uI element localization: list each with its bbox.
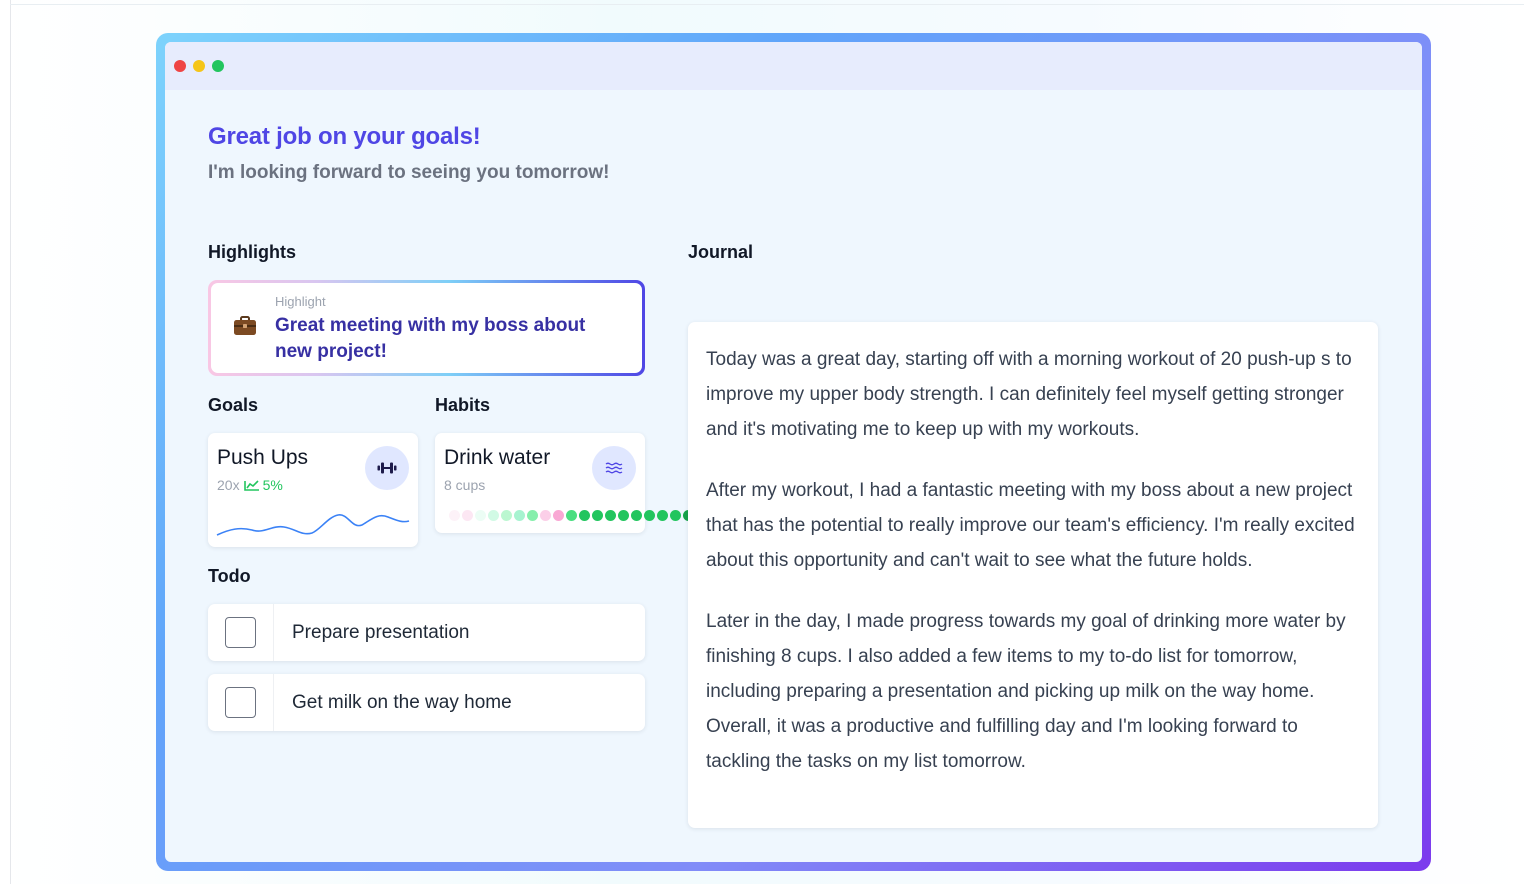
goal-title: Push Ups <box>217 446 309 469</box>
window-titlebar <box>165 42 1422 90</box>
goal-card-push-ups[interactable]: Push Ups 20x 5% <box>208 433 418 547</box>
page-title: Great job on your goals! <box>208 123 481 150</box>
journal-label: Journal <box>688 242 754 262</box>
water-waves-icon <box>605 462 623 474</box>
goal-stats: 20x 5% <box>217 477 283 493</box>
maximize-window-dot[interactable] <box>212 60 224 72</box>
habit-cup-dot <box>462 510 473 521</box>
habit-cup-dot <box>514 510 525 521</box>
goals-label: Goals <box>208 395 259 415</box>
todo-check-area <box>208 604 274 661</box>
highlight-small-label: Highlight <box>275 294 326 309</box>
highlight-card-inner: Highlight Great meeting with my boss abo… <box>211 283 642 373</box>
habit-cup-dot <box>540 510 551 521</box>
journal-paragraph: Later in the day, I made progress toward… <box>706 611 1346 772</box>
trending-up-icon <box>243 480 259 491</box>
todo-item: Prepare presentation <box>208 604 645 661</box>
goal-sparkline <box>216 514 410 536</box>
habit-cup-dot <box>449 510 460 521</box>
habit-cup-dot <box>657 510 668 521</box>
todo-text: Prepare presentation <box>292 622 470 643</box>
habit-cup-dot <box>488 510 499 521</box>
dumbbell-icon <box>377 462 397 474</box>
goal-trend: 5% <box>243 477 283 493</box>
todo-checkbox[interactable] <box>225 687 256 718</box>
habit-cup-dot <box>475 510 486 521</box>
habit-cup-dot <box>592 510 603 521</box>
habit-cup-dot <box>670 510 681 521</box>
habit-cup-dot <box>527 510 538 521</box>
todo-check-area <box>208 674 274 731</box>
highlight-card[interactable]: Highlight Great meeting with my boss abo… <box>208 280 645 376</box>
habit-cup-dot <box>631 510 642 521</box>
goal-count: 20x <box>217 477 240 493</box>
journal-paragraph: Today was a great day, starting off with… <box>706 349 1352 440</box>
app-window-frame: Great job on your goals! I'm looking for… <box>156 33 1431 871</box>
minimize-window-dot[interactable] <box>193 60 205 72</box>
habit-card-drink-water[interactable]: Drink water 8 cups <box>435 433 694 533</box>
todo-text: Get milk on the way home <box>292 692 512 713</box>
page-edge <box>10 0 11 884</box>
app-window: Great job on your goals! I'm looking for… <box>165 42 1422 862</box>
habit-subtitle: 8 cups <box>444 477 486 493</box>
habit-cup-dot <box>566 510 577 521</box>
main-content: Great job on your goals! I'm looking for… <box>208 90 1422 862</box>
habit-cup-dot <box>644 510 655 521</box>
habit-cup-dot <box>501 510 512 521</box>
goal-trend-value: 5% <box>262 477 283 493</box>
habit-title: Drink water <box>444 446 551 469</box>
habit-cup-dot <box>605 510 616 521</box>
habit-cups-track <box>449 510 694 521</box>
close-window-dot[interactable] <box>174 60 186 72</box>
journal-card[interactable]: Today was a great day, starting off with… <box>688 322 1378 828</box>
goal-icon-circle <box>365 446 409 490</box>
habit-cup-dot <box>579 510 590 521</box>
todo-item: Get milk on the way home <box>208 674 645 731</box>
highlight-title: Great meeting with my boss about new pro… <box>275 315 586 362</box>
briefcase-icon <box>234 316 256 335</box>
page-topline <box>10 4 1524 5</box>
page-subtitle: I'm looking forward to seeing you tomorr… <box>208 162 610 183</box>
todo-label: Todo <box>208 566 251 586</box>
habit-icon-circle <box>592 446 636 490</box>
todo-checkbox[interactable] <box>225 617 256 648</box>
habits-label: Habits <box>435 395 491 415</box>
habit-cup-dot <box>553 510 564 521</box>
highlights-label: Highlights <box>208 242 296 262</box>
journal-paragraph: After my workout, I had a fantastic meet… <box>706 480 1355 571</box>
habit-cup-dot <box>618 510 629 521</box>
